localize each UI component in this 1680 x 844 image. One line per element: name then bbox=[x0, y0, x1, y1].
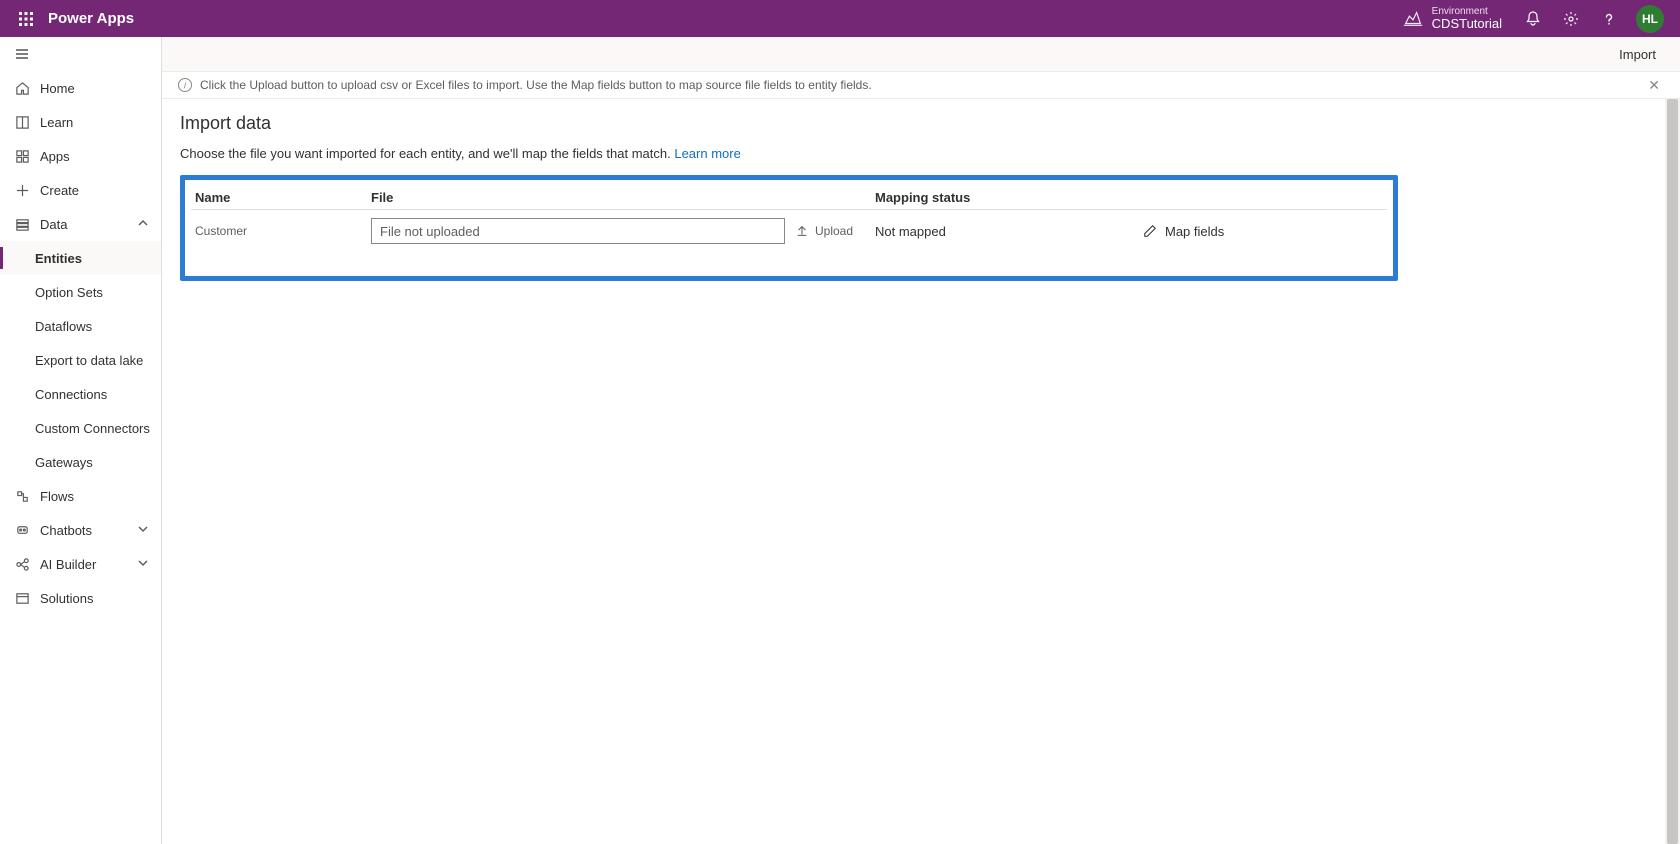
waffle-icon[interactable] bbox=[8, 0, 44, 37]
upload-icon bbox=[795, 224, 809, 238]
sidebar-item-label: Data bbox=[40, 217, 137, 232]
close-icon[interactable]: ✕ bbox=[1644, 77, 1664, 94]
content-area: Import data Choose the file you want imp… bbox=[162, 99, 1680, 844]
sidebar-item-label: Connections bbox=[35, 387, 151, 402]
upload-button[interactable]: Upload bbox=[795, 224, 853, 238]
sidebar-item-custom-connectors[interactable]: Custom Connectors bbox=[0, 411, 161, 445]
mapping-status: Not mapped bbox=[875, 224, 946, 239]
sidebar-item-gateways[interactable]: Gateways bbox=[0, 445, 161, 479]
grid-row: Customer File not uploaded Upload Not ma… bbox=[191, 210, 1387, 248]
sidebar-item-label: Option Sets bbox=[35, 285, 151, 300]
row-name: Customer bbox=[191, 224, 371, 238]
avatar[interactable]: HL bbox=[1636, 5, 1664, 33]
apps-icon bbox=[14, 148, 30, 164]
environment-label: Environment bbox=[1432, 6, 1502, 17]
sidebar-item-label: Custom Connectors bbox=[35, 421, 151, 436]
import-grid-highlight: Name File Mapping status Customer File n… bbox=[180, 175, 1398, 281]
data-icon bbox=[14, 216, 30, 232]
file-input-placeholder: File not uploaded bbox=[380, 224, 480, 239]
sidebar: Home Learn Apps Create Data Entities Opt… bbox=[0, 37, 162, 844]
sidebar-item-export-lake[interactable]: Export to data lake bbox=[0, 343, 161, 377]
chevron-down-icon bbox=[137, 557, 151, 571]
sidebar-item-learn[interactable]: Learn bbox=[0, 105, 161, 139]
sidebar-item-label: Chatbots bbox=[40, 523, 137, 538]
environment-name: CDSTutorial bbox=[1432, 17, 1502, 31]
sidebar-item-home[interactable]: Home bbox=[0, 71, 161, 105]
plus-icon bbox=[14, 182, 30, 198]
sidebar-item-label: AI Builder bbox=[40, 557, 137, 572]
import-button[interactable]: Import bbox=[1611, 43, 1664, 66]
flow-icon bbox=[14, 488, 30, 504]
chevron-up-icon bbox=[137, 217, 151, 231]
page-description: Choose the file you want imported for ea… bbox=[180, 146, 1662, 161]
sidebar-item-label: Solutions bbox=[40, 591, 151, 606]
sidebar-item-label: Gateways bbox=[35, 455, 151, 470]
sidebar-item-ai-builder[interactable]: AI Builder bbox=[0, 547, 161, 581]
sidebar-toggle[interactable] bbox=[0, 37, 161, 71]
product-name: Power Apps bbox=[48, 10, 134, 27]
help-icon[interactable] bbox=[1590, 0, 1628, 37]
sidebar-item-apps[interactable]: Apps bbox=[0, 139, 161, 173]
home-icon bbox=[14, 80, 30, 96]
command-bar: Import bbox=[162, 37, 1680, 71]
ai-icon bbox=[14, 556, 30, 572]
sidebar-item-connections[interactable]: Connections bbox=[0, 377, 161, 411]
sidebar-item-label: Entities bbox=[35, 251, 151, 266]
header-name: Name bbox=[191, 190, 371, 205]
sidebar-item-option-sets[interactable]: Option Sets bbox=[0, 275, 161, 309]
notifications-icon[interactable] bbox=[1514, 0, 1552, 37]
sidebar-item-label: Flows bbox=[40, 489, 151, 504]
topbar: Power Apps Environment CDSTutorial HL bbox=[0, 0, 1680, 37]
sidebar-item-entities[interactable]: Entities bbox=[0, 241, 161, 275]
sidebar-item-solutions[interactable]: Solutions bbox=[0, 581, 161, 615]
sidebar-item-label: Apps bbox=[40, 149, 151, 164]
grid-header: Name File Mapping status bbox=[191, 186, 1387, 210]
solutions-icon bbox=[14, 590, 30, 606]
info-text: Click the Upload button to upload csv or… bbox=[200, 78, 872, 92]
header-status: Mapping status bbox=[875, 190, 1143, 205]
scrollbar-thumb[interactable] bbox=[1667, 99, 1678, 844]
edit-icon bbox=[1143, 224, 1157, 238]
header-file: File bbox=[371, 190, 875, 205]
sidebar-item-label: Export to data lake bbox=[35, 353, 151, 368]
info-icon: i bbox=[178, 78, 192, 92]
page-title: Import data bbox=[180, 113, 1662, 134]
sidebar-item-label: Create bbox=[40, 183, 151, 198]
environment-picker[interactable]: Environment CDSTutorial bbox=[1402, 6, 1502, 31]
sidebar-item-dataflows[interactable]: Dataflows bbox=[0, 309, 161, 343]
sidebar-item-label: Home bbox=[40, 81, 151, 96]
chatbot-icon bbox=[14, 522, 30, 538]
file-input[interactable]: File not uploaded bbox=[371, 218, 785, 244]
scrollbar[interactable] bbox=[1665, 99, 1680, 844]
environment-icon bbox=[1402, 7, 1424, 29]
book-icon bbox=[14, 114, 30, 130]
sidebar-item-label: Learn bbox=[40, 115, 151, 130]
map-fields-button[interactable]: Map fields bbox=[1143, 224, 1387, 239]
sidebar-item-data[interactable]: Data bbox=[0, 207, 161, 241]
info-bar: i Click the Upload button to upload csv … bbox=[162, 71, 1680, 99]
sidebar-item-create[interactable]: Create bbox=[0, 173, 161, 207]
sidebar-item-label: Dataflows bbox=[35, 319, 151, 334]
main-content: Import i Click the Upload button to uplo… bbox=[162, 37, 1680, 844]
sidebar-item-flows[interactable]: Flows bbox=[0, 479, 161, 513]
settings-icon[interactable] bbox=[1552, 0, 1590, 37]
chevron-down-icon bbox=[137, 523, 151, 537]
learn-more-link[interactable]: Learn more bbox=[674, 146, 740, 161]
sidebar-item-chatbots[interactable]: Chatbots bbox=[0, 513, 161, 547]
